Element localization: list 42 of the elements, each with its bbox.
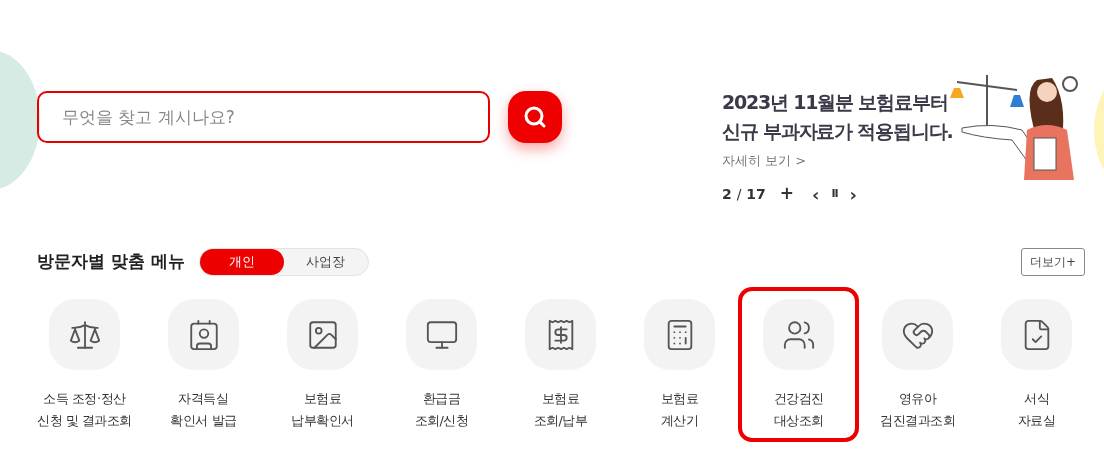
menu-item-label: 확인서 발급 (170, 412, 237, 430)
menu-item-label: 자료실 (1017, 412, 1056, 430)
menu-item-label: 신청 및 결과조회 (37, 412, 132, 430)
menu-item[interactable]: 영유아 검진결과조회 (858, 287, 977, 442)
menu-item-label: 보험료 (541, 390, 580, 408)
menu-item-label: 조회/납부 (533, 412, 588, 430)
menu-item[interactable]: 자격득실 확인서 발급 (144, 287, 263, 442)
menu-title: 방문자별 맞춤 메뉴 (37, 250, 185, 274)
menu-item-label: 조회/신청 (414, 412, 469, 430)
menu-item[interactable]: 환급금 조회/신청 (382, 287, 501, 442)
menu-item[interactable]: 보험료 조회/납부 (501, 287, 620, 442)
menu-item-label: 보험료 (303, 390, 342, 408)
search-icon (523, 105, 547, 129)
menu-item[interactable]: 서식 자료실 (977, 287, 1096, 442)
next-button[interactable]: › (849, 180, 857, 208)
menu-item-label: 영유아 (898, 390, 937, 408)
visitor-tab[interactable]: 개인 (199, 249, 284, 275)
menu-item-label: 서식 (1024, 390, 1049, 408)
more-button[interactable]: 더보기+ (1020, 248, 1085, 276)
details-link[interactable]: 자세히 보기 > (722, 151, 953, 171)
slide-counter: 2 / 17 (722, 184, 766, 204)
menu-item[interactable]: 소득 조정·정산 신청 및 결과조회 (25, 287, 144, 442)
menu-item-label: 자격득실 (178, 390, 229, 408)
menu-item-label: 검진결과조회 (880, 412, 955, 430)
menu-item-label: 소득 조정·정산 (43, 390, 126, 408)
menu-item-label: 환급금 (422, 390, 461, 408)
menu-item-label: 계산기 (660, 412, 699, 430)
menu-item[interactable]: 건강검진 대상조회 (738, 287, 859, 442)
pause-button[interactable]: II (831, 185, 838, 203)
search-field[interactable]: 무엇을 찾고 계시나요? (37, 91, 490, 143)
menu-item-label: 대상조회 (773, 412, 824, 430)
menu-item-label: 건강검진 (773, 390, 824, 408)
banner-headline: 2023년 11월분 보험료부터 (722, 90, 949, 115)
visitor-tab[interactable]: 사업장 (283, 249, 368, 275)
menu-item[interactable]: 보험료 계산기 (620, 287, 739, 442)
banner-headline: 신규 부과자료가 적용됩니다. (722, 119, 953, 144)
menu-item-label: 납부확인서 (291, 412, 354, 430)
search-button[interactable] (508, 91, 562, 143)
menu-item[interactable]: 보험료 납부확인서 (263, 287, 382, 442)
previous-button[interactable]: ‹ (811, 180, 820, 208)
add-button[interactable]: + (779, 181, 794, 207)
menu-item-label: 보험료 (660, 390, 699, 408)
